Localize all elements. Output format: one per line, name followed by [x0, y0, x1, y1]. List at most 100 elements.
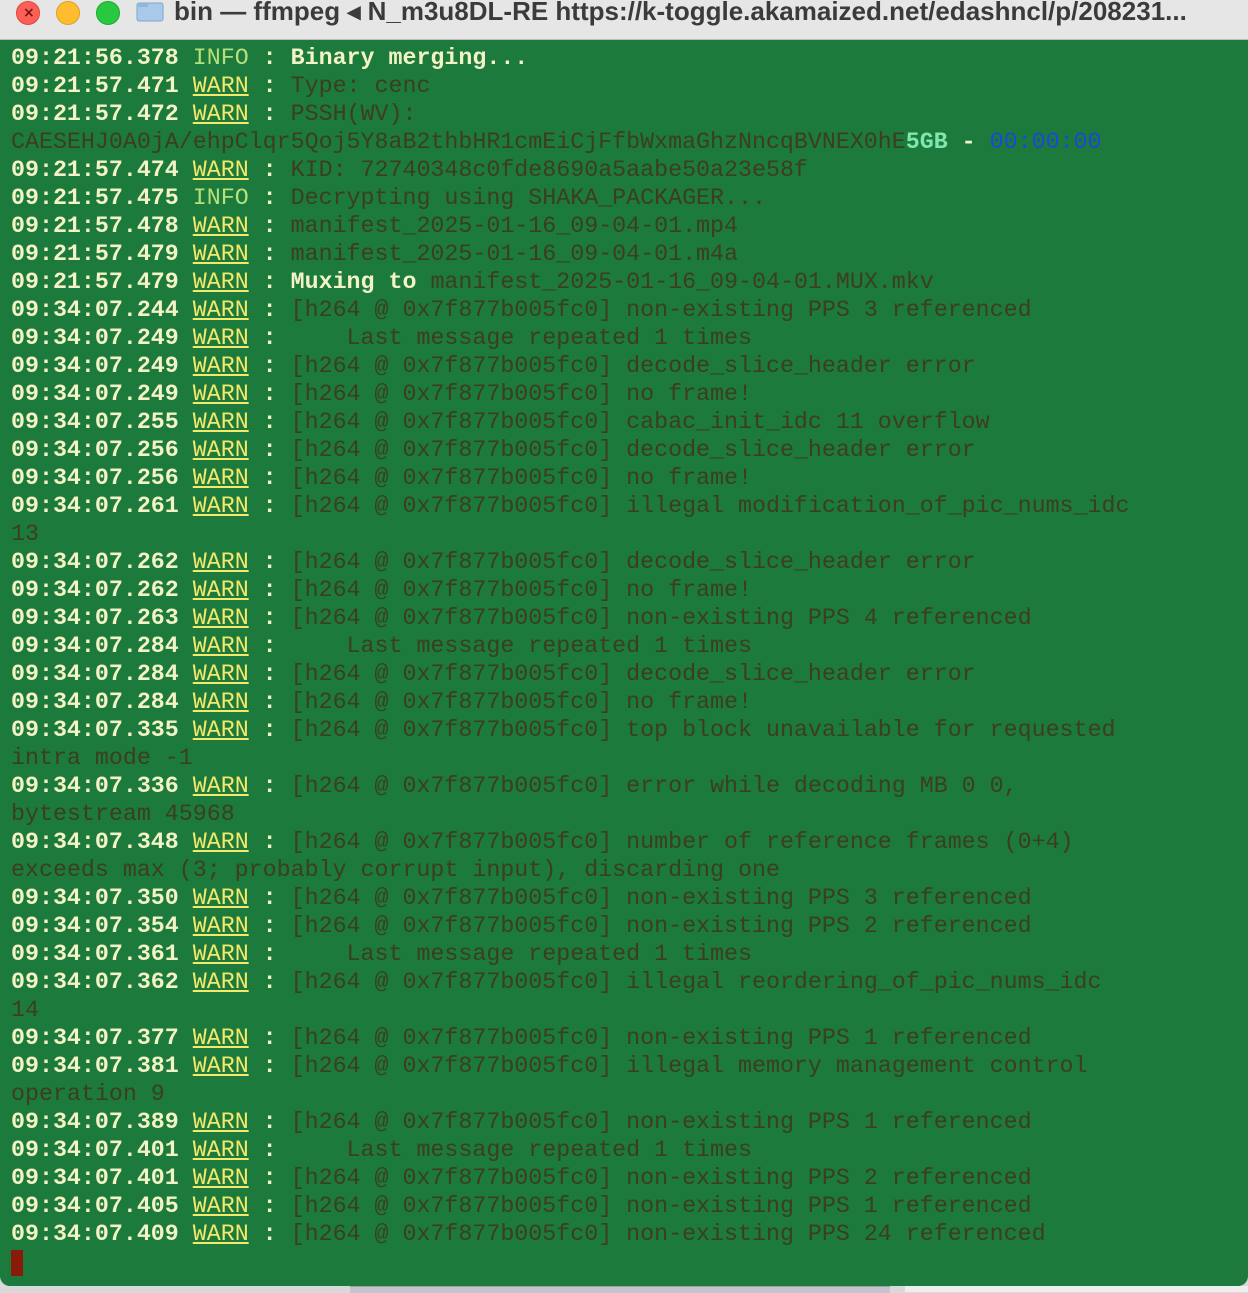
log-timestamp: 09:34:07.401: [11, 1165, 179, 1191]
log-line: 09:21:57.475 INFO : Decrypting using SHA…: [11, 184, 1248, 212]
log-timestamp: 09:21:57.475: [11, 185, 179, 211]
log-message: [h264 @ 0x7f877b005fc0] non-existing PPS…: [290, 297, 1032, 323]
log-level: WARN: [192, 913, 249, 939]
log-separator: :: [248, 101, 291, 127]
terminal-window: × bin — ffmpeg ◂ N_m3u8DL-RE https://k-t…: [0, 0, 1248, 1286]
log-timestamp: 09:34:07.377: [11, 1025, 179, 1051]
log-timestamp: 09:21:57.474: [11, 157, 179, 183]
log-timestamp: 09:34:07.361: [11, 941, 179, 967]
log-level: WARN: [192, 409, 249, 435]
log-timestamp: 09:34:07.249: [11, 381, 179, 407]
close-button[interactable]: ×: [16, 1, 40, 25]
log-line: 09:34:07.354 WARN : [h264 @ 0x7f877b005f…: [11, 912, 1248, 940]
log-line: 09:34:07.335 WARN : [h264 @ 0x7f877b005f…: [11, 716, 1248, 744]
log-separator: :: [248, 157, 291, 183]
log-separator: :: [248, 577, 291, 603]
log-timestamp: 09:34:07.262: [11, 577, 179, 603]
log-level: WARN: [192, 829, 249, 855]
log-level: WARN: [192, 717, 249, 743]
log-line: 14: [11, 996, 1248, 1024]
log-level: WARN: [192, 1165, 249, 1191]
log-timestamp: 09:34:07.249: [11, 353, 179, 379]
log-level: WARN: [192, 605, 249, 631]
log-separator: :: [248, 325, 291, 351]
log-line: 13: [11, 520, 1248, 548]
log-separator: :: [248, 493, 291, 519]
prompt-line[interactable]: [11, 1248, 1248, 1276]
background-window: [905, 1286, 1248, 1292]
title-bar[interactable]: × bin — ffmpeg ◂ N_m3u8DL-RE https://k-t…: [0, 0, 1248, 40]
log-separator: :: [248, 465, 291, 491]
log-level: WARN: [192, 73, 249, 99]
log-line: 09:34:07.262 WARN : [h264 @ 0x7f877b005f…: [11, 576, 1248, 604]
log-message: [h264 @ 0x7f877b005fc0] no frame!: [290, 465, 752, 491]
log-message: Last message repeated 1 times: [290, 633, 752, 659]
log-level: WARN: [192, 437, 249, 463]
log-separator: :: [248, 353, 291, 379]
log-timestamp: 09:34:07.255: [11, 409, 179, 435]
log-line: 09:34:07.284 WARN : [h264 @ 0x7f877b005f…: [11, 660, 1248, 688]
log-level: WARN: [192, 1109, 249, 1135]
log-message: [h264 @ 0x7f877b005fc0] decode_slice_hea…: [290, 661, 976, 687]
log-level: WARN: [192, 885, 249, 911]
log-separator: :: [248, 885, 291, 911]
log-separator: :: [248, 1221, 291, 1247]
maximize-button[interactable]: [96, 1, 120, 25]
log-message: [h264 @ 0x7f877b005fc0] non-existing PPS…: [290, 1025, 1032, 1051]
log-level: WARN: [192, 549, 249, 575]
text-cursor: [11, 1250, 23, 1276]
log-separator: :: [248, 213, 291, 239]
log-separator: :: [248, 1165, 291, 1191]
log-line: 09:34:07.263 WARN : [h264 @ 0x7f877b005f…: [11, 604, 1248, 632]
log-message: [h264 @ 0x7f877b005fc0] non-existing PPS…: [290, 1193, 1032, 1219]
log-line: exceeds max (3; probably corrupt input),…: [11, 856, 1248, 884]
log-line: 09:34:07.348 WARN : [h264 @ 0x7f877b005f…: [11, 828, 1248, 856]
log-timestamp: 09:34:07.381: [11, 1053, 179, 1079]
log-message: Decrypting using SHAKA_PACKAGER...: [290, 185, 766, 211]
log-message: [h264 @ 0x7f877b005fc0] error while deco…: [290, 773, 1018, 799]
log-line: 09:34:07.401 WARN : [h264 @ 0x7f877b005f…: [11, 1164, 1248, 1192]
log-message: KID: 72740348c0fde8690a5aabe50a23e58f: [290, 157, 808, 183]
log-level: WARN: [192, 101, 249, 127]
log-message: Muxing to: [290, 269, 431, 295]
log-timestamp: 09:21:57.479: [11, 241, 179, 267]
log-separator: :: [248, 1109, 291, 1135]
log-message: Last message repeated 1 times: [290, 1137, 752, 1163]
log-line: 09:34:07.405 WARN : [h264 @ 0x7f877b005f…: [11, 1192, 1248, 1220]
log-line: 09:21:57.471 WARN : Type: cenc: [11, 72, 1248, 100]
log-level: WARN: [192, 941, 249, 967]
log-level: WARN: [192, 493, 249, 519]
log-separator: :: [248, 633, 291, 659]
log-line: CAESEHJ0A0jA/ehpClqr5Qoj5Y8aB2thbHR1cmEi…: [11, 128, 1248, 156]
log-timestamp: 09:21:57.472: [11, 101, 179, 127]
log-level: WARN: [192, 465, 249, 491]
log-line: 09:34:07.249 WARN : [h264 @ 0x7f877b005f…: [11, 352, 1248, 380]
minimize-button[interactable]: [56, 1, 80, 25]
log-separator: :: [248, 269, 291, 295]
log-message: [h264 @ 0x7f877b005fc0] top block unavai…: [290, 717, 1116, 743]
log-separator: :: [248, 829, 291, 855]
log-timestamp: 09:21:56.378: [11, 45, 179, 71]
log-level: WARN: [192, 213, 249, 239]
log-level: WARN: [192, 633, 249, 659]
log-line: 09:34:07.381 WARN : [h264 @ 0x7f877b005f…: [11, 1052, 1248, 1080]
log-message: PSSH(WV):: [290, 101, 417, 127]
log-level: WARN: [192, 689, 249, 715]
log-timestamp: 09:34:07.335: [11, 717, 179, 743]
log-level: WARN: [192, 1221, 249, 1247]
terminal-output[interactable]: 09:21:56.378 INFO : Binary merging... 09:…: [0, 44, 1248, 1286]
log-timestamp: 09:21:57.478: [11, 213, 179, 239]
